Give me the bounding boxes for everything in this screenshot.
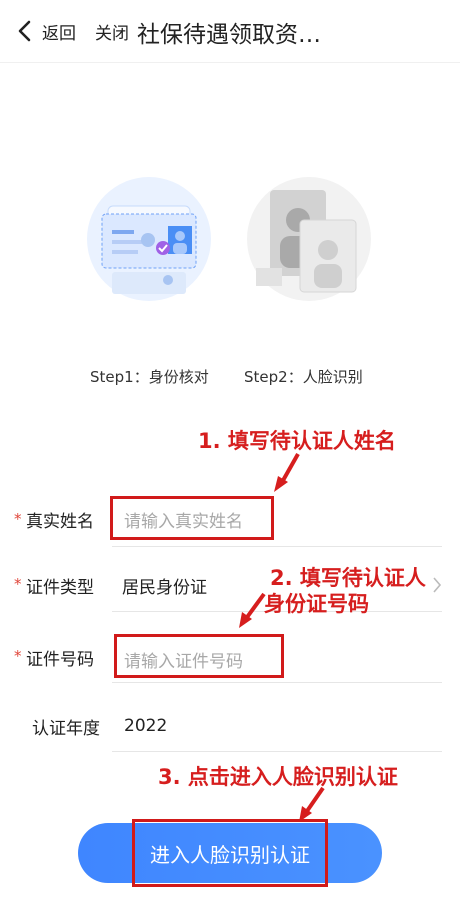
page-title: 社保待遇领取资… <box>137 22 321 48</box>
highlight-box <box>110 496 274 540</box>
name-label: 真实姓名 <box>26 512 94 532</box>
divider <box>112 682 442 683</box>
step2-label: Step2：人脸识别 <box>244 368 363 386</box>
required-asterisk: * <box>14 575 22 593</box>
id-card-illustration <box>86 176 212 302</box>
divider <box>112 751 442 752</box>
highlight-box <box>132 819 328 887</box>
close-button[interactable]: 关闭 <box>95 19 129 44</box>
annotation-step1: 1. 填写待认证人姓名 <box>198 429 396 453</box>
face-recognition-illustration <box>246 176 372 302</box>
annotation-step2-line2: 身份证号码 <box>264 592 369 616</box>
back-button[interactable]: 返回 <box>42 19 76 44</box>
chevron-right-icon[interactable] <box>432 577 442 593</box>
divider <box>112 546 442 547</box>
arrow-icon <box>239 592 266 628</box>
annotation-step3: 3. 点击进入人脸识别认证 <box>158 765 398 789</box>
year-row: 认证年度 2022 <box>0 696 460 752</box>
highlight-box <box>114 634 284 678</box>
id-type-value[interactable]: 居民身份证 <box>122 573 207 598</box>
chevron-left-icon[interactable] <box>14 20 36 42</box>
id-type-label: 证件类型 <box>26 578 94 598</box>
required-asterisk: * <box>14 647 22 665</box>
arrow-icon <box>274 453 300 492</box>
year-value: 2022 <box>124 716 168 736</box>
step1-label: Step1：身份核对 <box>90 368 209 386</box>
required-asterisk: * <box>14 510 22 528</box>
annotation-step2-line1: 2. 填写待认证人 <box>270 566 426 590</box>
year-label: 认证年度 <box>32 719 100 739</box>
id-number-label: 证件号码 <box>26 650 94 670</box>
header-bar: 返回 关闭 社保待遇领取资… <box>0 0 460 63</box>
